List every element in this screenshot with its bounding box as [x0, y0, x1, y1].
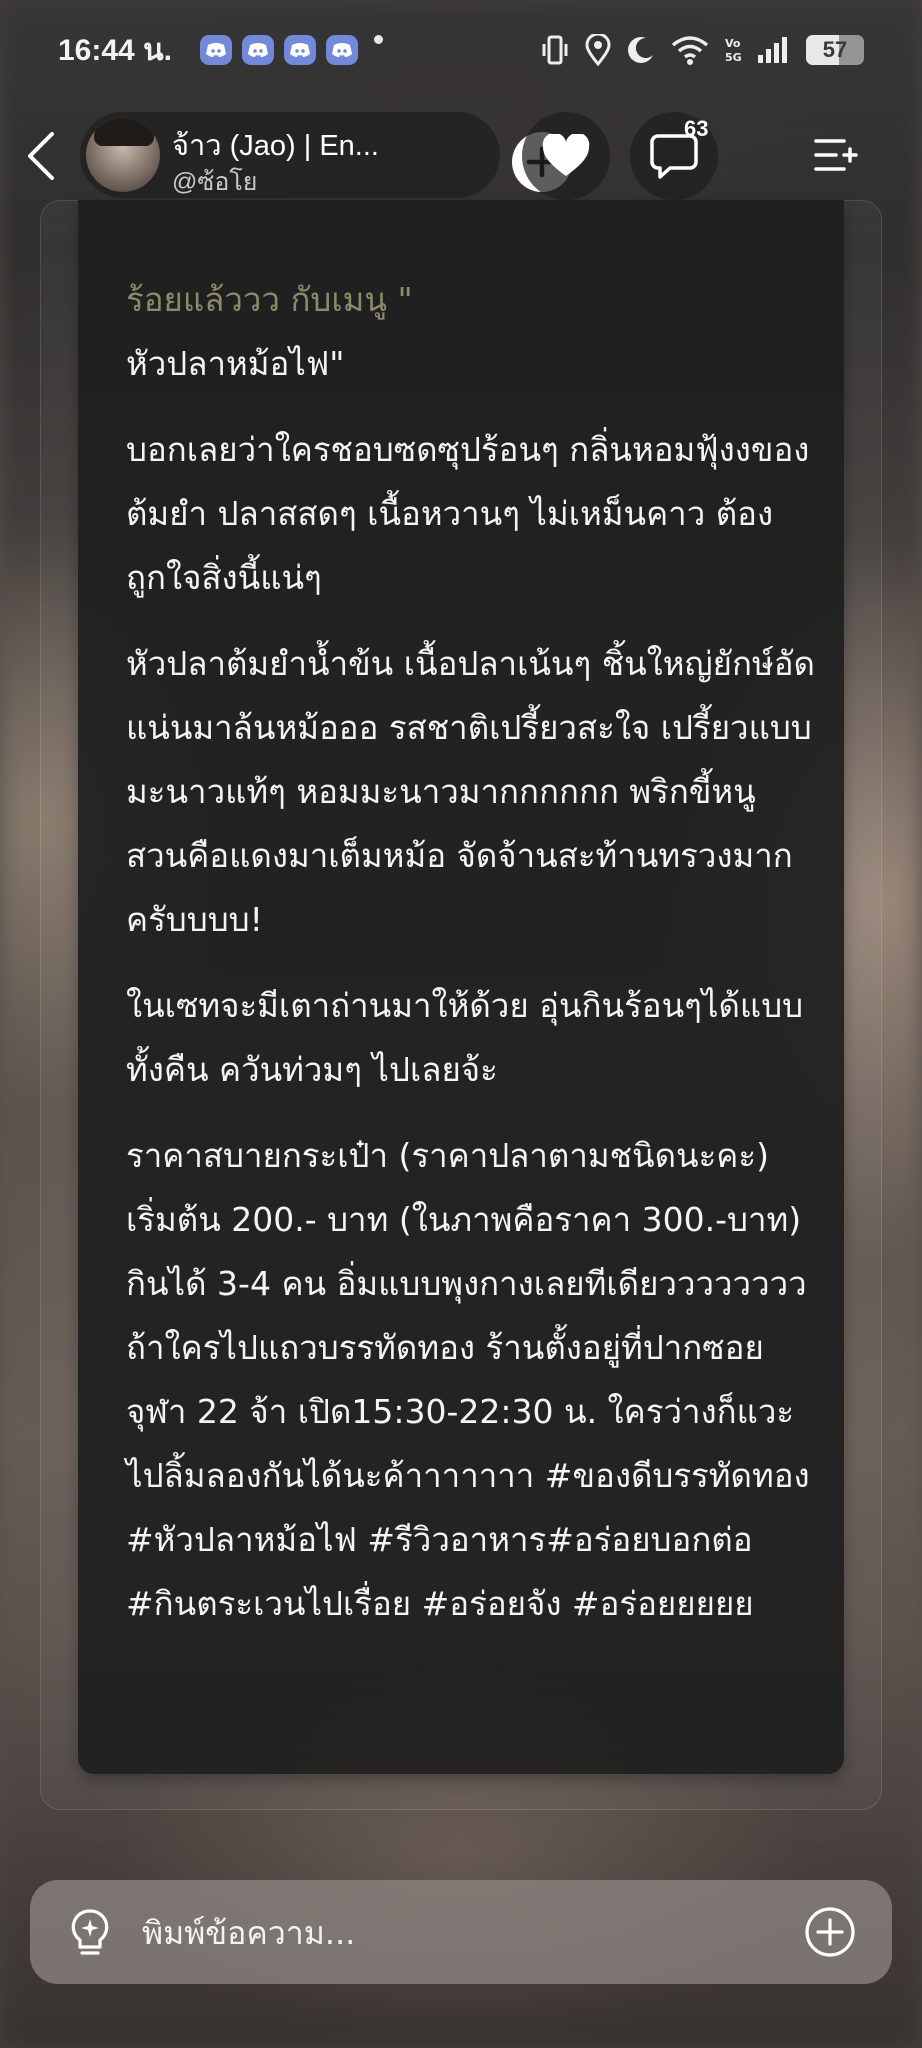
add-attachment-button[interactable] — [804, 1906, 856, 1958]
comment-button[interactable]: 63 — [630, 112, 718, 200]
back-icon — [28, 132, 54, 180]
post-paragraph: ในเซทจะมีเตาถ่านมาให้ด้วย อุ่นกินร้อนๆได… — [126, 986, 804, 1089]
menu-add-icon — [814, 139, 858, 171]
avatar[interactable] — [86, 118, 160, 192]
notification-icons — [199, 35, 383, 65]
battery-level: 57 — [822, 37, 848, 62]
lightbulb-button[interactable] — [64, 1906, 116, 1962]
message-input-bar — [30, 1880, 892, 1984]
svg-text:Vo: Vo — [725, 37, 741, 50]
chat-header: จ้าว (Jao) | En... @ซ้อโย 63 — [0, 110, 922, 200]
signal-icon — [758, 37, 787, 63]
discord-icon — [241, 35, 274, 65]
back-button[interactable] — [16, 128, 66, 184]
post-paragraph: บอกเลยว่าใครชอบซดซุปร้อนๆ กลิ่นหอมฟุ้งงข… — [126, 430, 810, 597]
menu-button[interactable] — [806, 130, 866, 180]
location-icon — [585, 34, 611, 66]
lightbulb-icon — [71, 1909, 109, 1955]
profile-handle: @ซ้อโย — [172, 168, 258, 196]
avatar-hair — [94, 118, 154, 146]
volte-icon: Vo5G — [725, 37, 742, 64]
post-paragraph: ราคาสบายกระเป๋า (ราคาปลาตามชนิดนะคะ) เริ… — [126, 1136, 810, 1623]
comment-count: 63 — [684, 116, 709, 141]
discord-icon — [199, 35, 232, 65]
battery-icon: 57 — [806, 35, 864, 65]
svg-text:5G: 5G — [725, 51, 742, 64]
moon-icon — [628, 37, 653, 63]
discord-icon — [325, 35, 358, 65]
post-paragraph: หัวปลาหม้อไฟ" — [126, 344, 345, 383]
message-input[interactable] — [140, 1902, 784, 1964]
heart-icon — [542, 134, 590, 176]
like-button[interactable] — [522, 112, 610, 200]
message-card: ร้อยแล้ววว กับเมนู " หัวปลาหม้อไฟ" บอกเล… — [78, 200, 844, 1774]
status-bar: 16:44 น. Vo 5G 57 — [0, 0, 922, 100]
discord-icon — [283, 35, 316, 65]
post-text: ร้อยแล้ววว กับเมนู " หัวปลาหม้อไฟ" บอกเล… — [126, 268, 816, 1658]
status-right: Vo 5G 57 — [540, 34, 864, 66]
faded-text-line: ร้อยแล้ววว กับเมนู " — [126, 280, 413, 319]
add-circle-icon — [805, 1907, 855, 1957]
status-left: 16:44 น. — [58, 27, 383, 74]
post-paragraph: หัวปลาต้มยำน้ำข้น เนื้อปลาเน้นๆ ชิ้นใหญ่… — [126, 644, 815, 939]
vibrate-icon — [542, 35, 568, 65]
dot-icon — [373, 35, 383, 44]
profile-pill[interactable]: จ้าว (Jao) | En... @ซ้อโย — [80, 112, 572, 198]
wifi-icon — [671, 36, 709, 65]
status-time: 16:44 น. — [58, 33, 172, 67]
